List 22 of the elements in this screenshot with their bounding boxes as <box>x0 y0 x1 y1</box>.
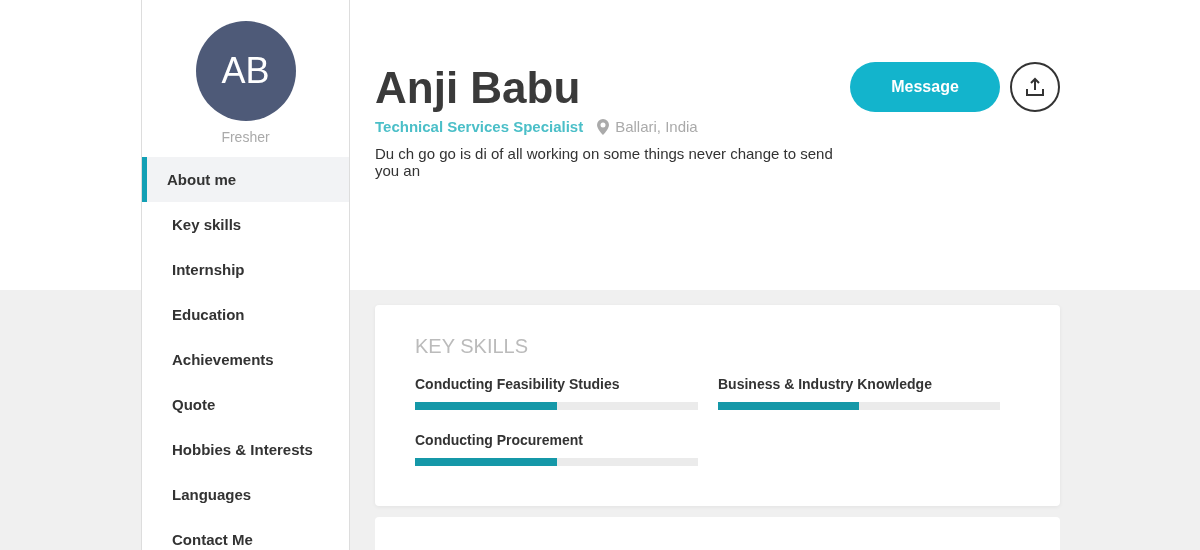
nav-item[interactable]: Hobbies & Interests <box>142 427 349 472</box>
skill-name: Business & Industry Knowledge <box>718 376 933 392</box>
nav-item[interactable]: Quote <box>142 382 349 427</box>
profile-name: Anji Babu <box>375 62 582 114</box>
location-text: Ballari, India <box>615 118 698 135</box>
bio-text: Du ch go go is di of all working on some things never change to send you an <box>375 145 834 179</box>
nav-item[interactable]: Languages <box>142 472 349 517</box>
status-label: Fresher <box>220 129 271 145</box>
skill-name: Conducting Procurement <box>415 432 584 448</box>
nav-item[interactable]: Internship <box>142 247 349 292</box>
share-icon <box>1025 77 1045 97</box>
job-title: Technical Services Specialist <box>375 118 584 135</box>
nav-item[interactable]: Achievements <box>142 337 349 382</box>
nav-item[interactable]: Education <box>142 292 349 337</box>
nav-item[interactable]: About me <box>142 157 349 202</box>
section-heading: KEY SKILLS <box>415 335 530 358</box>
avatar: AB <box>195 21 296 121</box>
share-button[interactable] <box>1010 62 1060 112</box>
nav-item[interactable]: Key skills <box>142 202 349 247</box>
skill-name: Conducting Feasibility Studies <box>415 376 621 392</box>
nav-item[interactable]: Contact Me <box>142 517 349 550</box>
map-pin-icon <box>597 118 610 135</box>
